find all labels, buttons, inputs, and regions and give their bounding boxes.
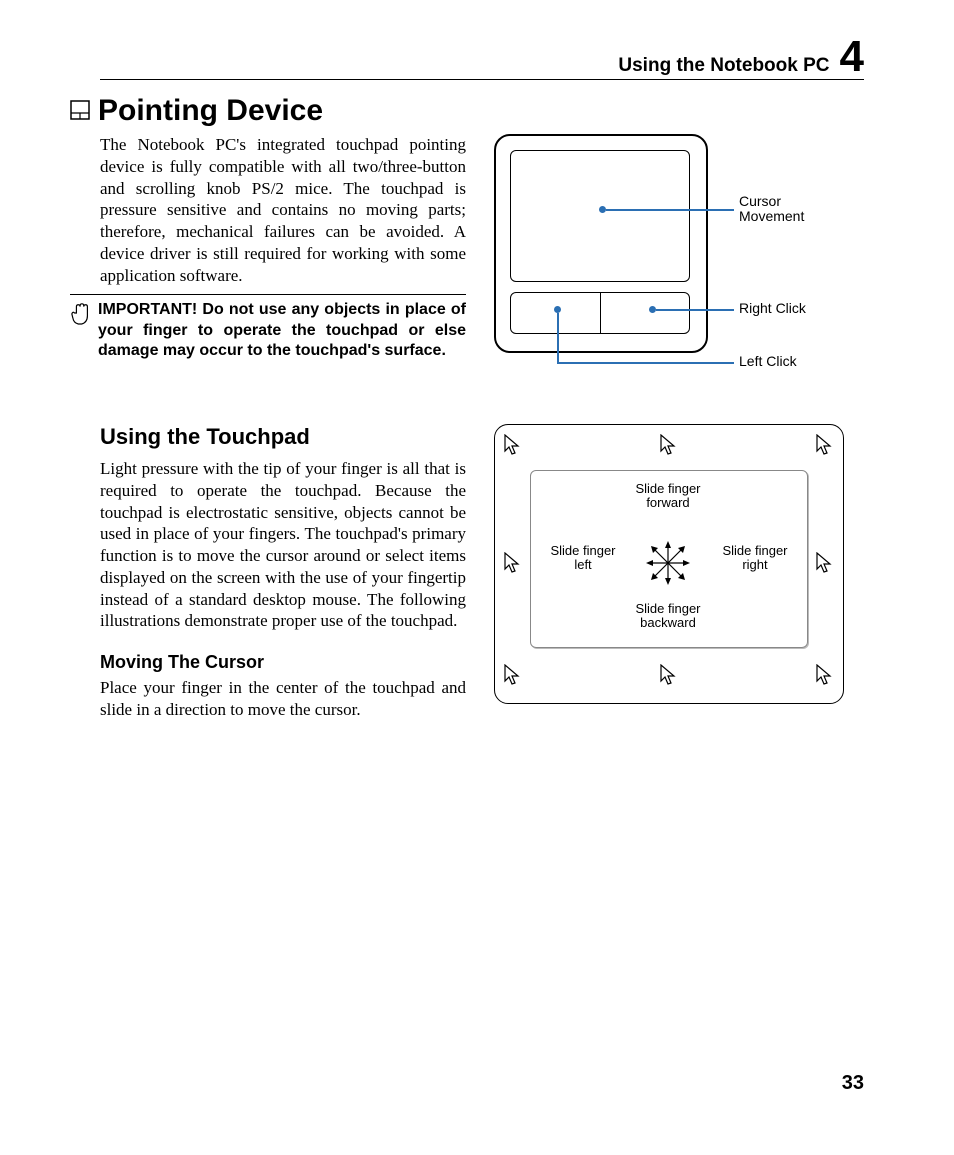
cursor-icon	[504, 552, 520, 574]
important-note: IMPORTANT! Do not use any objects in pla…	[98, 300, 466, 361]
touchpad-glyph-icon	[70, 100, 90, 120]
section2-sub-body: Place your finger in the center of the t…	[100, 677, 466, 721]
important-hand-icon	[70, 302, 92, 328]
header-rule	[100, 79, 864, 80]
section2-body: Light pressure with the tip of your fing…	[100, 458, 466, 632]
chapter-number: 4	[840, 35, 864, 79]
section2-subtitle: Moving The Cursor	[100, 652, 466, 673]
label-cursor-movement: CursorMovement	[739, 194, 804, 225]
page-number: 33	[842, 1072, 864, 1095]
cursor-icon	[816, 434, 832, 456]
header-text: Using the Notebook PC	[618, 55, 829, 77]
touchpad-buttons	[510, 292, 690, 334]
cursor-icon	[816, 552, 832, 574]
cursor-icon	[660, 664, 676, 686]
cursor-icon	[504, 664, 520, 686]
section1-title: Pointing Device	[98, 94, 323, 128]
label-left-click: Left Click	[739, 354, 797, 369]
touchpad-pad	[510, 150, 690, 282]
section1-body: The Notebook PC's integrated touchpad po…	[100, 134, 466, 286]
cursor-icon	[660, 434, 676, 456]
label-right-click: Right Click	[739, 301, 806, 316]
section2-title: Using the Touchpad	[100, 424, 466, 450]
label-slide-left: Slide fingerleft	[538, 544, 628, 573]
cursor-icon	[816, 664, 832, 686]
label-slide-right: Slide fingerright	[710, 544, 800, 573]
label-slide-backward: Slide fingerbackward	[623, 602, 713, 631]
cursor-icon	[504, 434, 520, 456]
touchpad-labels-figure: CursorMovement Right Click Left Click	[494, 134, 864, 374]
direction-arrows-icon	[644, 539, 692, 587]
running-header: Using the Notebook PC 4	[100, 35, 864, 79]
touchpad-directions-figure: Slide fingerforward Slide fingerleft Sli…	[494, 424, 864, 714]
label-slide-forward: Slide fingerforward	[623, 482, 713, 511]
